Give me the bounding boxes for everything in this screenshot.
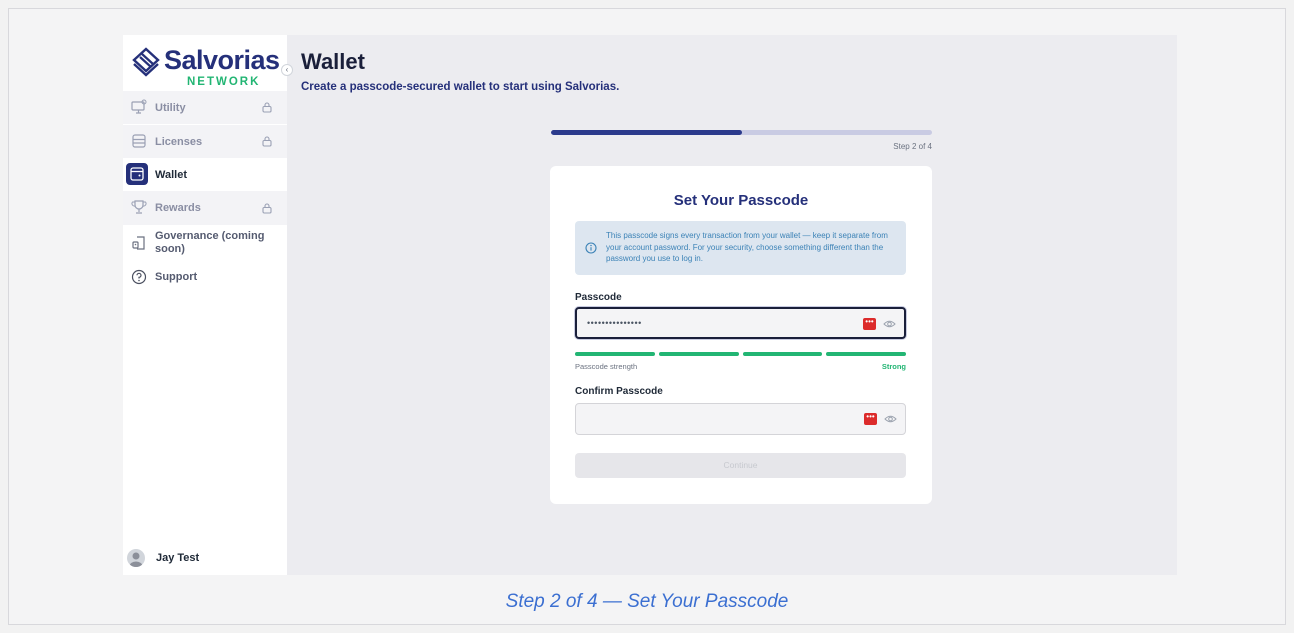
governance-icon <box>132 236 145 250</box>
info-icon <box>585 242 597 254</box>
strength-segment <box>658 352 739 356</box>
page-subtitle: Create a passcode-secured wallet to star… <box>301 81 620 93</box>
sidebar-item-label: Governance (coming soon) <box>155 230 265 255</box>
sidebar-item-support[interactable]: Support <box>123 263 287 291</box>
confirm-passcode-label: Confirm Passcode <box>575 386 663 397</box>
trophy-icon <box>131 200 147 214</box>
chevron-left-icon: ‹ <box>285 65 289 74</box>
sidebar-item-label: Utility <box>155 101 186 114</box>
brand-name: Salvorias <box>164 45 280 75</box>
info-text: This passcode signs every transaction fr… <box>606 231 888 263</box>
passcode-value: ••••••••••••••• <box>587 318 642 328</box>
avatar <box>127 549 145 567</box>
step-progress-fill <box>551 130 742 135</box>
figure-caption: Step 2 of 4 — Set Your Passcode <box>505 591 789 612</box>
page-title: Wallet <box>301 49 365 74</box>
passcode-card: Set Your Passcode This passcode signs ev… <box>550 166 932 504</box>
lock-icon <box>262 203 272 214</box>
sidebar-item-label: Support <box>155 271 198 283</box>
strength-segment <box>826 352 906 356</box>
step-progress-bar <box>551 130 932 135</box>
passcode-input[interactable]: ••••••••••••••• ••• <box>575 307 906 339</box>
step-label: Step 2 of 4 <box>893 142 932 151</box>
passcode-label: Passcode <box>575 292 622 303</box>
password-manager-icon[interactable]: ••• <box>864 413 877 425</box>
sidebar-item-licenses[interactable]: Licenses <box>123 125 287 158</box>
wallet-icon <box>126 163 148 185</box>
eye-icon[interactable] <box>884 413 897 425</box>
sidebar-item-label: Wallet <box>155 168 187 181</box>
database-icon <box>132 134 146 148</box>
sidebar-collapse-button[interactable]: ‹ <box>281 64 293 76</box>
monitor-icon <box>131 99 147 114</box>
info-callout: This passcode signs every transaction fr… <box>575 221 906 275</box>
sidebar-item-governance[interactable]: Governance (coming soon) <box>123 225 287 261</box>
sidebar-item-label: Rewards <box>155 202 201 214</box>
password-manager-icon[interactable]: ••• <box>863 318 876 330</box>
help-icon <box>131 269 147 285</box>
lock-icon <box>262 102 272 113</box>
passcode-strength-meter <box>575 352 906 356</box>
card-title: Set Your Passcode <box>673 192 809 209</box>
sidebar-item-label: Licenses <box>155 135 203 148</box>
strength-value: Strong <box>881 362 906 371</box>
strength-label: Passcode strength <box>575 362 638 371</box>
user-profile[interactable]: Jay Test <box>127 549 199 567</box>
sidebar-item-rewards[interactable]: Rewards <box>123 191 287 225</box>
brand-subtitle: NETWORK <box>187 76 261 88</box>
brand-logo[interactable]: Salvorias NETWORK <box>131 45 281 89</box>
lock-icon <box>262 136 272 147</box>
sidebar-item-utility[interactable]: Utility <box>123 91 287 124</box>
confirm-passcode-input[interactable]: ••• <box>575 403 906 435</box>
app-window: Salvorias NETWORK Utility Licenses Walle… <box>123 35 1177 575</box>
strength-segment <box>575 352 655 356</box>
logo-mark-icon <box>132 47 160 77</box>
strength-segment <box>742 352 823 356</box>
sidebar-item-wallet[interactable]: Wallet <box>123 158 287 191</box>
eye-icon[interactable] <box>883 318 896 330</box>
continue-button[interactable]: Continue <box>575 453 906 478</box>
user-name: Jay Test <box>156 552 200 564</box>
sidebar: Salvorias NETWORK Utility Licenses Walle… <box>123 35 287 575</box>
